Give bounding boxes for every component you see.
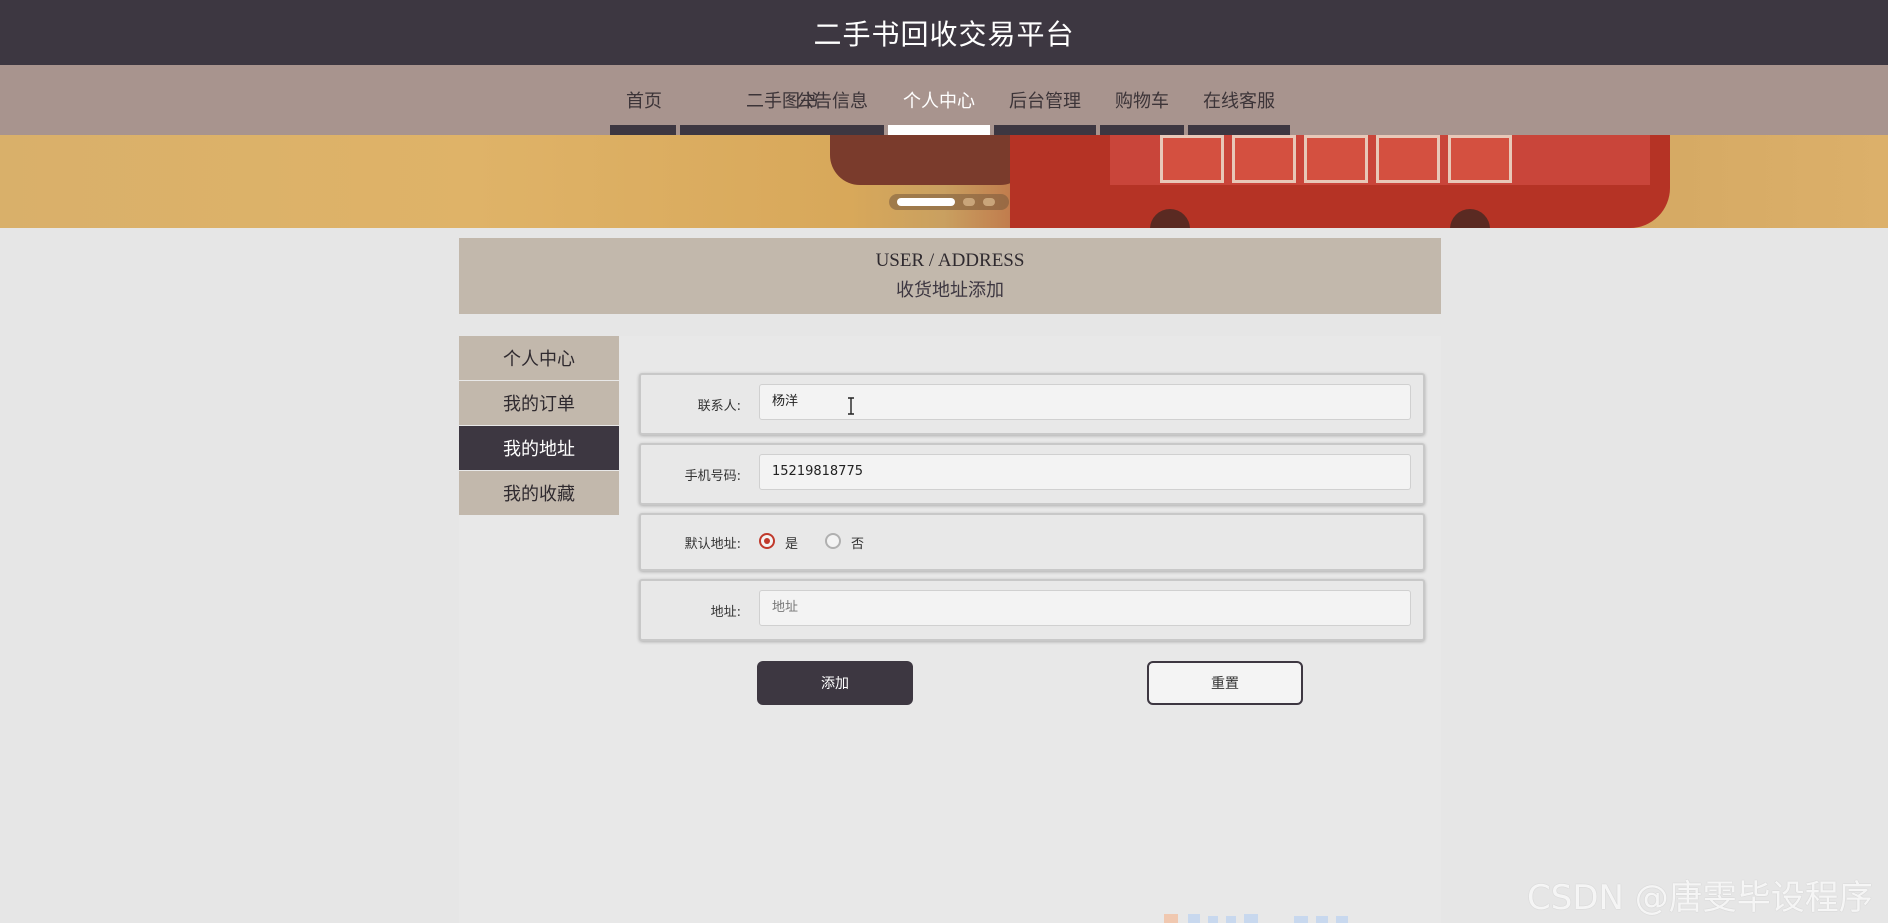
reset-button[interactable]: 重置 [1147,661,1303,705]
default-no-label: 否 [851,537,865,552]
carousel-dot-3[interactable] [983,198,995,206]
nav-underline [1188,125,1290,135]
carousel-indicators [889,194,1009,210]
default-yes-label: 是 [785,537,799,552]
section-title-cn: 收货地址添加 [896,280,1004,300]
banner-window-shape [1232,135,1296,183]
default-label: 默认地址: [684,537,741,552]
form-row-contact: 联系人: [639,373,1425,435]
sidebar-item-user-center[interactable]: 个人中心 [459,336,619,380]
site-title: 二手书回收交易平台 [813,17,1075,51]
banner-window-shape [1304,135,1368,183]
content-panel: 个人中心 我的订单 我的地址 我的收藏 联系人: 手机号码: 默认地址: 是 否… [459,336,1441,923]
nav-underline-active [888,125,990,135]
carousel-dot-1[interactable] [897,198,955,206]
banner-image-part [830,135,1030,185]
sidebar-item-favorites[interactable]: 我的收藏 [459,471,619,515]
contact-input[interactable] [759,384,1411,420]
text-cursor-icon [848,397,854,415]
section-header: USER / ADDRESS 收货地址添加 [459,238,1441,314]
top-bar: 二手书回收交易平台 [0,0,1888,65]
phone-label: 手机号码: [684,469,741,484]
add-button[interactable]: 添加 [757,661,913,705]
default-no-radio[interactable] [825,533,841,549]
contact-label: 联系人: [697,399,741,414]
banner-window-shape [1376,135,1440,183]
banner-window-shape [1160,135,1224,183]
sidebar-item-address[interactable]: 我的地址 [459,426,619,470]
phone-input[interactable] [759,454,1411,490]
carousel-dot-2[interactable] [963,198,975,206]
form-row-address: 地址: [639,579,1425,641]
form-row-default: 默认地址: 是 否 [639,513,1425,571]
banner-carousel [0,135,1888,228]
form-row-phone: 手机号码: [639,443,1425,505]
nav-underline [610,125,676,135]
nav-underline [994,125,1096,135]
ime-toolbar-icon [1164,914,1348,923]
default-yes-radio[interactable] [759,533,775,549]
nav-underline [1100,125,1184,135]
section-title-en: USER / ADDRESS [875,250,1025,271]
user-sidebar: 个人中心 我的订单 我的地址 我的收藏 [459,336,619,516]
banner-window-shape [1448,135,1512,183]
address-input[interactable] [759,590,1411,626]
watermark: CSDN @唐雯毕设程序 [1527,878,1873,918]
address-label: 地址: [710,605,741,620]
sidebar-item-orders[interactable]: 我的订单 [459,381,619,425]
main-nav: 首页 二手图书 公告信息 个人中心 后台管理 购物车 在线客服 [0,65,1888,135]
nav-item-notices[interactable]: 公告信息 [780,65,884,135]
